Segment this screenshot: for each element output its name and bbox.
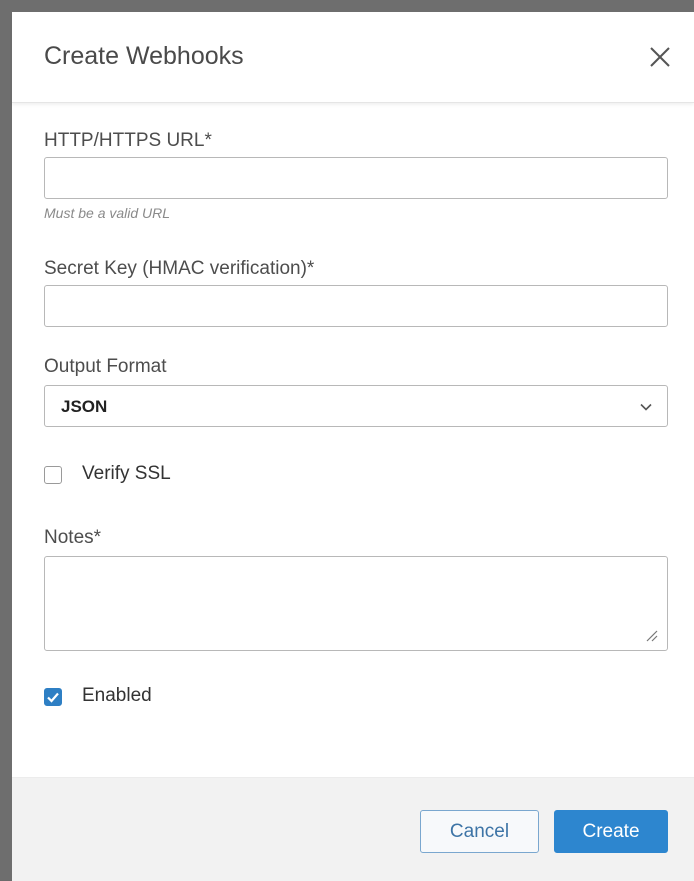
url-help-text: Must be a valid URL: [44, 205, 171, 221]
notes-label: Notes*: [44, 527, 102, 548]
output-format-label: Output Format: [44, 356, 167, 377]
notes-textarea[interactable]: [44, 556, 668, 651]
close-icon: [650, 47, 670, 67]
output-format-selected-value: JSON: [61, 397, 108, 416]
cancel-button[interactable]: Cancel: [420, 810, 539, 853]
verify-ssl-checkbox[interactable]: [44, 466, 62, 484]
create-button[interactable]: Create: [554, 810, 668, 853]
resize-handle-icon[interactable]: [644, 628, 658, 642]
enabled-label: Enabled: [82, 685, 152, 706]
url-label: HTTP/HTTPS URL*: [44, 130, 212, 151]
dialog-title: Create Webhooks: [44, 42, 244, 70]
output-format-select[interactable]: JSON: [44, 385, 668, 427]
secret-key-input[interactable]: [44, 285, 668, 327]
create-webhooks-dialog: Create Webhooks HTTP/HTTPS URL* Must be …: [12, 12, 694, 881]
close-button[interactable]: [648, 45, 672, 69]
url-input[interactable]: [44, 157, 668, 199]
secret-key-label: Secret Key (HMAC verification)*: [44, 258, 315, 279]
chevron-down-icon: [640, 403, 652, 411]
dialog-footer: Cancel Create: [12, 777, 694, 881]
enabled-checkbox[interactable]: [44, 688, 62, 706]
checkmark-icon: [47, 692, 59, 703]
verify-ssl-label: Verify SSL: [82, 463, 171, 484]
dialog-header: Create Webhooks: [12, 12, 694, 103]
